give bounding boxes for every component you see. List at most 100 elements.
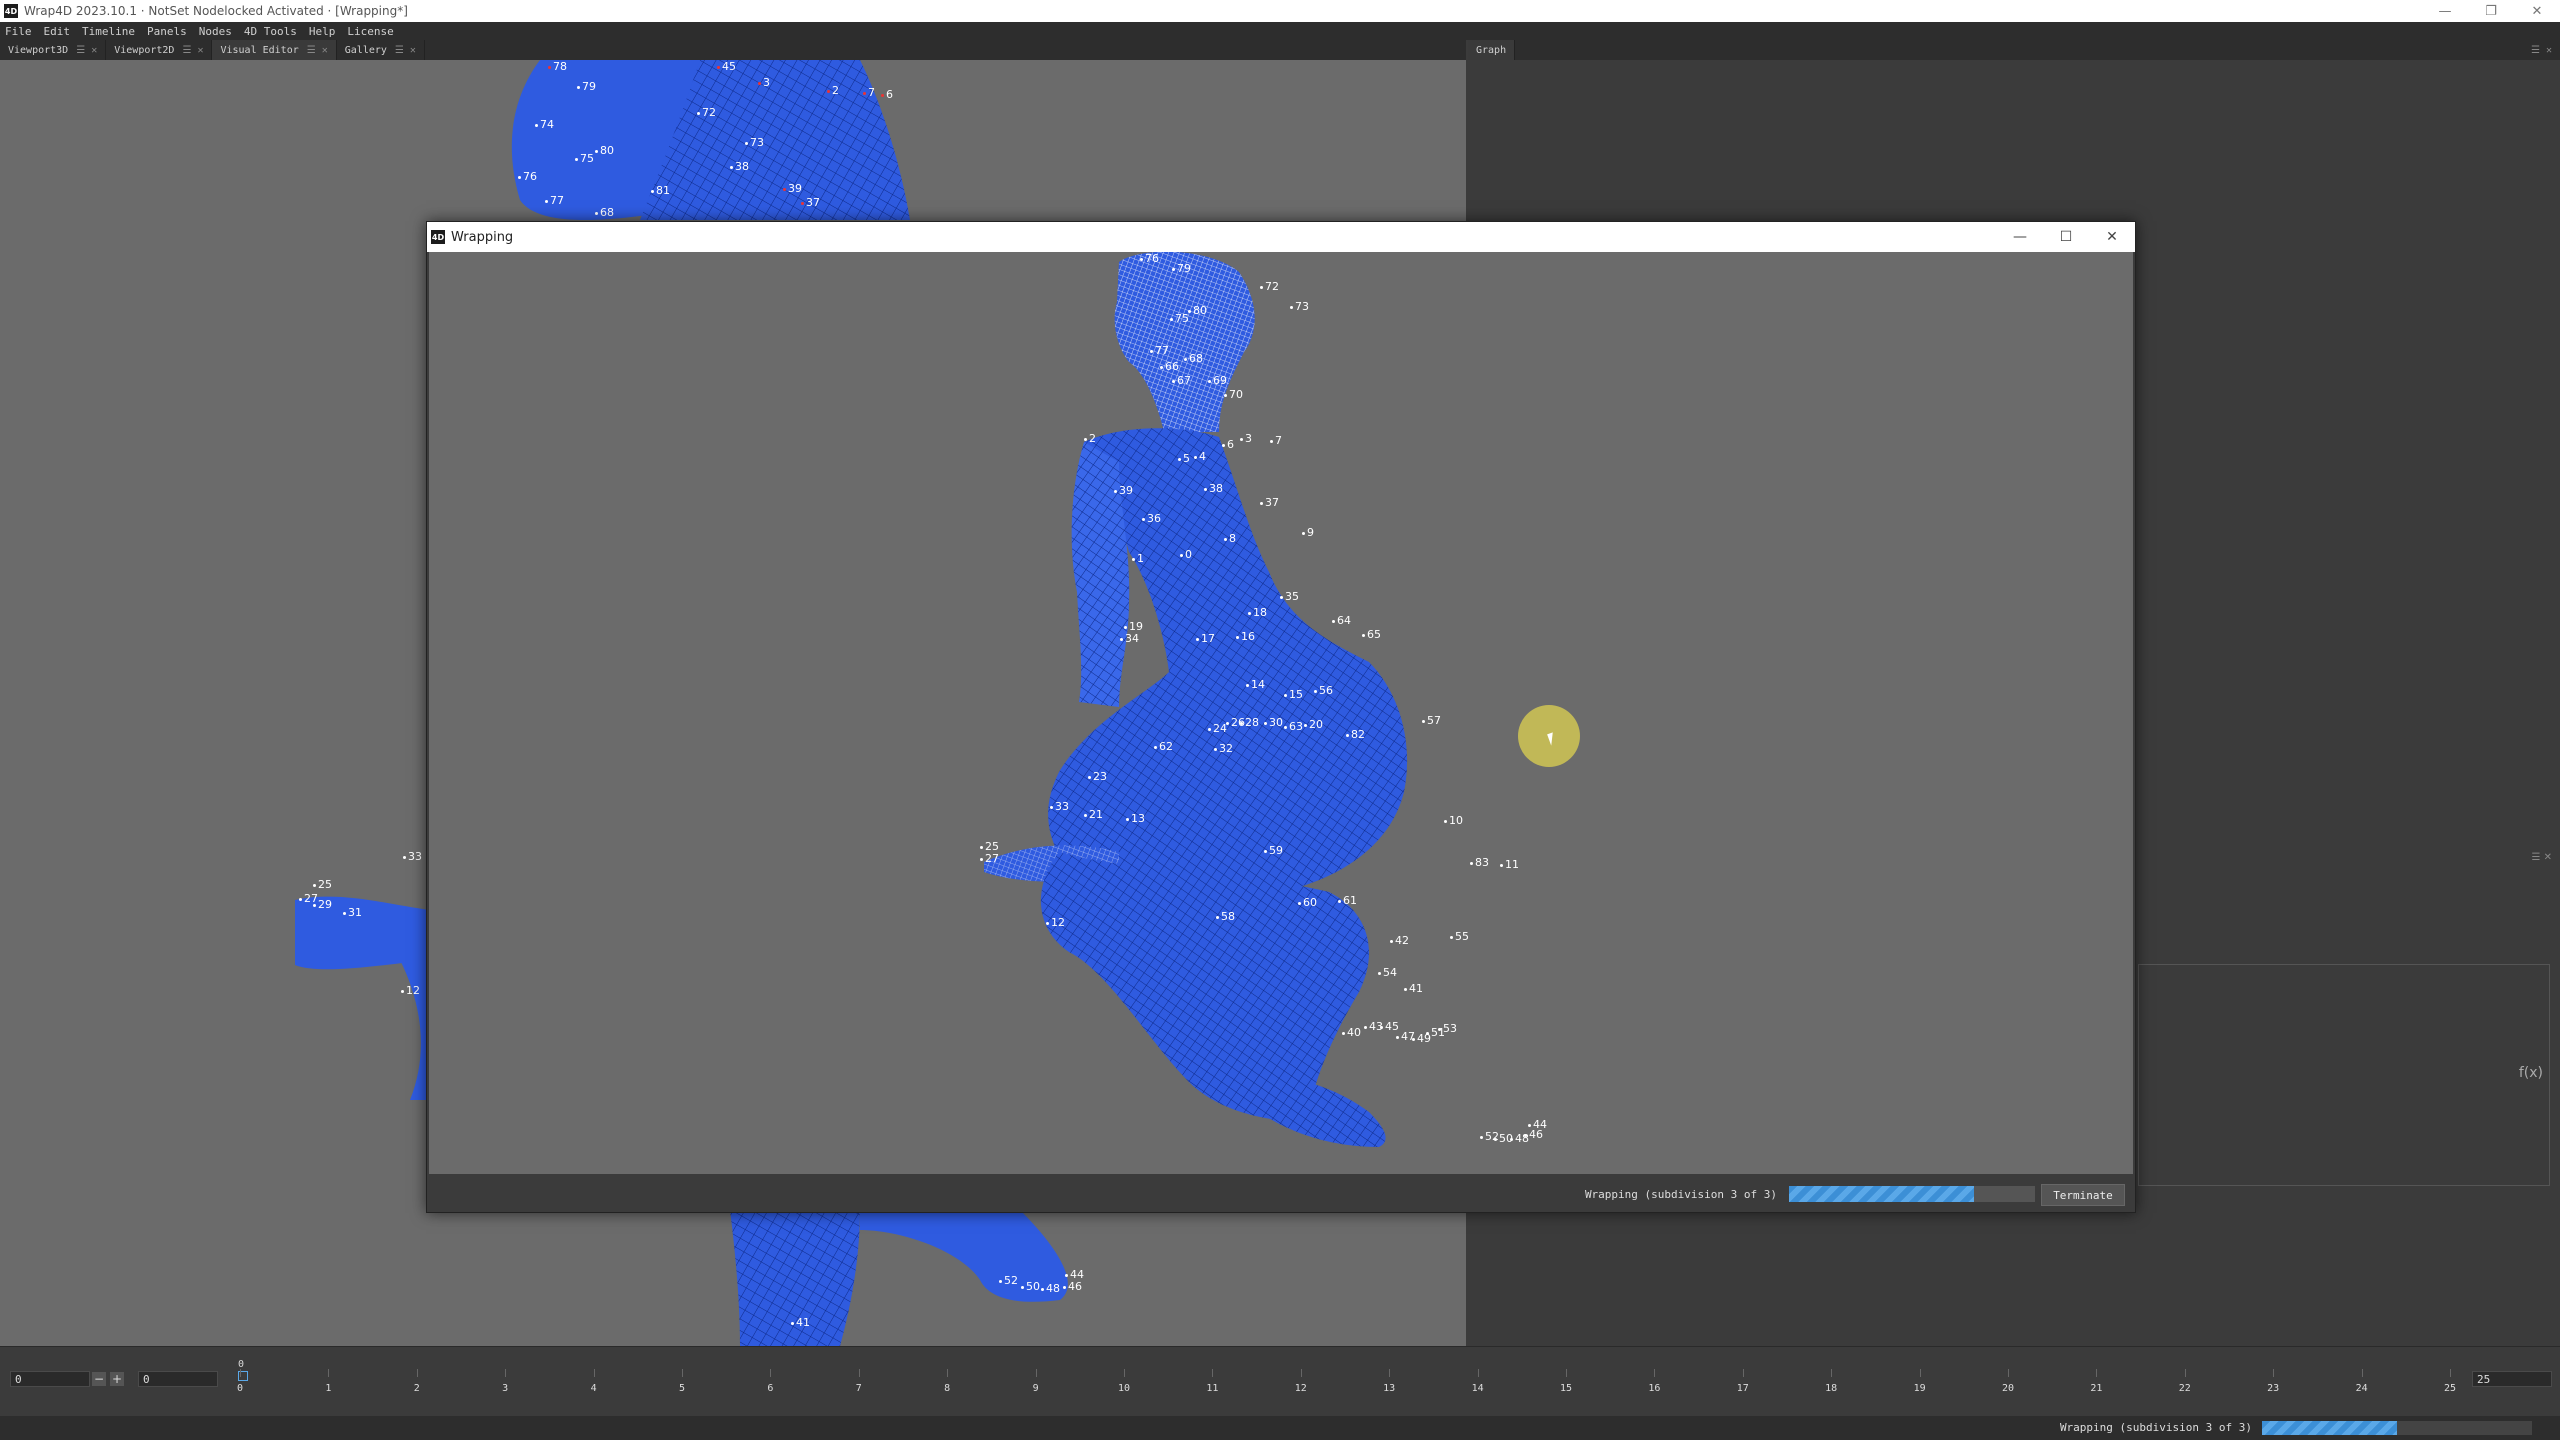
menu-license[interactable]: License — [342, 25, 400, 38]
landmark: 0 — [1180, 548, 1192, 561]
landmark: 4 — [1194, 450, 1206, 463]
bg-landmark: 46 — [1063, 1280, 1082, 1293]
timeline-tick — [2361, 1369, 2363, 1377]
panel-menu-icon[interactable]: ☰ ✕ — [2531, 852, 2552, 863]
decrement-button[interactable]: − — [92, 1372, 106, 1386]
timeline: 0 − + 0 0 0 1 2 3 4 5 6 7 8 9 10 11 12 13 14 15 16 17 18 19… — [0, 1346, 2560, 1417]
bg-landmark: 73 — [745, 136, 764, 149]
landmark: 24 — [1208, 722, 1227, 735]
status-text: Wrapping (subdivision 3 of 3) — [2059, 1421, 2252, 1434]
timeline-tick — [2273, 1369, 2275, 1377]
landmark: 14 — [1246, 678, 1265, 691]
landmark: 66 — [1160, 360, 1179, 373]
timeline-tick-label: 16 — [1648, 1383, 1661, 1394]
landmark: 38 — [1204, 482, 1223, 495]
left-panel-tabs: Viewport3D ☰ ✕ Viewport2D ☰ ✕ Visual Edito… — [0, 40, 1466, 60]
landmark: 23 — [1088, 770, 1107, 783]
landmark: 82 — [1346, 728, 1365, 741]
landmark: 2 — [1084, 432, 1096, 445]
menu-file[interactable]: File — [0, 25, 39, 38]
close-icon[interactable]: ☰ ✕ — [395, 45, 416, 56]
timeline-tick-label: 1 — [325, 1383, 332, 1394]
minimize-button[interactable]: — — [2422, 0, 2468, 22]
tab-graph[interactable]: Graph — [1468, 40, 1516, 60]
timeline-tick-label: 6 — [767, 1383, 774, 1394]
menu-nodes[interactable]: Nodes — [194, 25, 239, 38]
timeline-start-input[interactable]: 0 — [10, 1371, 90, 1387]
landmark: 80 — [1188, 304, 1207, 317]
timeline-end-input[interactable]: 25 — [2472, 1371, 2552, 1387]
bg-landmark: 68 — [595, 206, 614, 219]
wrapping-viewport[interactable]: 76 79 72 73 75 80 77 66 68 67 69 70 2 5 … — [429, 252, 2133, 1174]
timeline-tick — [1477, 1369, 1479, 1377]
bg-landmark: 81 — [651, 184, 670, 197]
tab-viewport2d[interactable]: Viewport2D ☰ ✕ — [106, 40, 213, 60]
landmark: 48 — [1510, 1132, 1529, 1145]
bg-landmark: 2 — [827, 84, 839, 97]
wrapping-status-text: Wrapping (subdivision 3 of 3) — [1584, 1188, 1777, 1201]
timeline-ruler[interactable]: 0 1 2 3 4 5 6 7 8 9 10 11 12 13 14 15 16 17 18 19 20 21 22 23 24… — [237, 1369, 2456, 1405]
timeline-tick-label: 4 — [590, 1383, 597, 1394]
tab-viewport3d[interactable]: Viewport3D ☰ ✕ — [0, 40, 107, 60]
landmark: 33 — [1050, 800, 1069, 813]
timeline-tick-label: 12 — [1294, 1383, 1307, 1394]
menu-edit[interactable]: Edit — [39, 25, 78, 38]
bg-hand-shape — [295, 896, 430, 970]
bg-landmark: 29 — [313, 898, 332, 911]
restore-button[interactable]: ❐ — [2468, 0, 2514, 22]
timeline-tick — [1212, 1369, 1214, 1377]
menu-help[interactable]: Help — [304, 25, 343, 38]
bg-landmark: 12 — [401, 984, 420, 997]
landmark: 47 — [1396, 1030, 1415, 1043]
menu-timeline[interactable]: Timeline — [77, 25, 142, 38]
menu-bar: File Edit Timeline Panels Nodes 4D Tools… — [0, 22, 2560, 40]
tab-visual-editor[interactable]: Visual Editor ☰ ✕ — [212, 40, 337, 60]
landmark: 40 — [1342, 1026, 1361, 1039]
timeline-tick — [1300, 1369, 1302, 1377]
close-icon[interactable]: ☰ ✕ — [76, 45, 97, 56]
timeline-current-input[interactable]: 0 — [138, 1371, 218, 1387]
landmark: 46 — [1524, 1128, 1543, 1141]
landmark: 70 — [1224, 388, 1243, 401]
panel-menu-icon[interactable]: ☰ ✕ — [2531, 45, 2552, 56]
landmark: 58 — [1216, 910, 1235, 923]
timeline-tick — [2450, 1369, 2451, 1377]
dialog-maximize-button[interactable]: ☐ — [2043, 222, 2089, 252]
landmark: 64 — [1332, 614, 1351, 627]
close-icon[interactable]: ☰ ✕ — [307, 45, 328, 56]
landmark: 77 — [1150, 344, 1169, 357]
terminate-button[interactable]: Terminate — [2041, 1184, 2125, 1206]
timeline-tick — [1566, 1369, 1567, 1377]
timeline-tick-label: 19 — [1913, 1383, 1926, 1394]
landmark: 42 — [1390, 934, 1409, 947]
close-button[interactable]: ✕ — [2514, 0, 2560, 22]
landmark: 8 — [1224, 532, 1236, 545]
menu-4d-tools[interactable]: 4D Tools — [239, 25, 304, 38]
tab-gallery[interactable]: Gallery ☰ ✕ — [337, 40, 425, 60]
dialog-titlebar: 4D Wrapping — ☐ ✕ — [427, 222, 2135, 252]
landmark: 55 — [1450, 930, 1469, 943]
timeline-tick-label: 8 — [944, 1383, 951, 1394]
timeline-tick-label: 14 — [1471, 1383, 1484, 1394]
dialog-close-button[interactable]: ✕ — [2089, 222, 2135, 252]
landmark: 37 — [1260, 496, 1279, 509]
bg-landmark: 77 — [545, 194, 564, 207]
timeline-tick-label: 2 — [413, 1383, 420, 1394]
dialog-minimize-button[interactable]: — — [1997, 222, 2043, 252]
landmark: 11 — [1500, 858, 1519, 871]
dialog-title: Wrapping — [451, 229, 514, 245]
landmark: 16 — [1236, 630, 1255, 643]
window-title: Wrap4D 2023.10.1 · NotSet Nodelocked Act… — [24, 4, 408, 18]
dialog-footer: Wrapping (subdivision 3 of 3) Terminate — [427, 1174, 2135, 1212]
function-box[interactable]: f(x) — [2138, 964, 2550, 1186]
bg-landmark: 3 — [758, 76, 770, 89]
timeline-tick-label: 17 — [1736, 1383, 1749, 1394]
timeline-tick-label: 10 — [1117, 1383, 1131, 1394]
increment-button[interactable]: + — [110, 1372, 124, 1386]
timeline-tick — [240, 1369, 241, 1377]
landmark: 12 — [1046, 916, 1065, 929]
menu-panels[interactable]: Panels — [142, 25, 194, 38]
status-bar: Wrapping (subdivision 3 of 3) — [0, 1416, 2560, 1440]
close-icon[interactable]: ☰ ✕ — [182, 45, 203, 56]
bg-landmark: 39 — [783, 182, 802, 195]
